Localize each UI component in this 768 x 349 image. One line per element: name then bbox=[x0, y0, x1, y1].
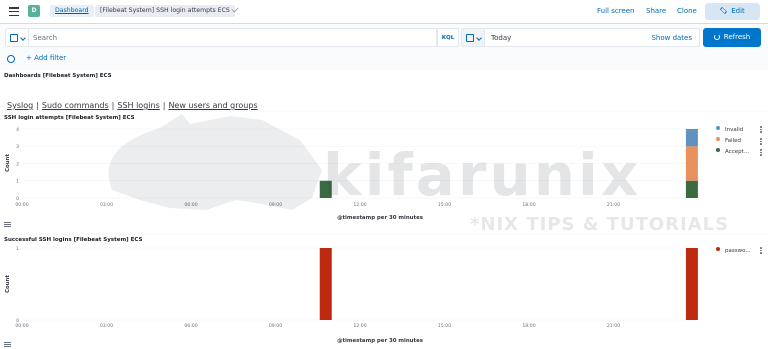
y-tick-label: 2 bbox=[16, 161, 19, 167]
y-tick-label: 4 bbox=[16, 127, 19, 133]
bar-accept bbox=[685, 180, 698, 198]
x-tick-label: 12:00 bbox=[353, 202, 366, 208]
x-tick-label: 00:00 bbox=[15, 323, 28, 329]
x-tick-label: 03:00 bbox=[100, 202, 113, 208]
x-tick-label: 06:00 bbox=[184, 323, 197, 329]
y-tick-label: 0 bbox=[16, 318, 19, 324]
y-tick-label: 3 bbox=[16, 144, 19, 150]
x-tick-label: 06:00 bbox=[184, 202, 197, 208]
bar-accept bbox=[319, 180, 332, 198]
y-axis-title: Count bbox=[5, 154, 11, 172]
y-tick-label: 1 bbox=[16, 179, 19, 185]
bar-invalid bbox=[685, 129, 698, 147]
x-axis-title: @timestamp per 30 minutes bbox=[337, 215, 423, 221]
x-tick-label: 00:00 bbox=[15, 202, 28, 208]
x-tick-label: 12:00 bbox=[353, 323, 366, 329]
x-axis-title: @timestamp per 30 minutes bbox=[337, 338, 423, 344]
x-tick-label: 21:00 bbox=[607, 323, 620, 329]
charts-layer: 0 1 2 3 4 00:00 03:00 06:00 09:00 12:00 15:00 18:00… bbox=[5, 127, 698, 344]
bar-passwo bbox=[685, 248, 698, 320]
x-tick-label: 15:00 bbox=[438, 202, 451, 208]
bar-failed bbox=[685, 146, 698, 181]
y-tick-label: 1 bbox=[16, 246, 19, 252]
y-tick-label: 0 bbox=[16, 196, 19, 202]
x-tick-label: 09:00 bbox=[269, 202, 282, 208]
x-tick-label: 18:00 bbox=[522, 202, 535, 208]
x-tick-label: 18:00 bbox=[522, 323, 535, 329]
bar-passwo bbox=[319, 248, 332, 320]
x-tick-label: 15:00 bbox=[438, 323, 451, 329]
x-tick-label: 09:00 bbox=[269, 323, 282, 329]
x-tick-label: 03:00 bbox=[100, 323, 113, 329]
y-axis-title: Count bbox=[5, 275, 11, 293]
x-tick-label: 21:00 bbox=[607, 202, 620, 208]
